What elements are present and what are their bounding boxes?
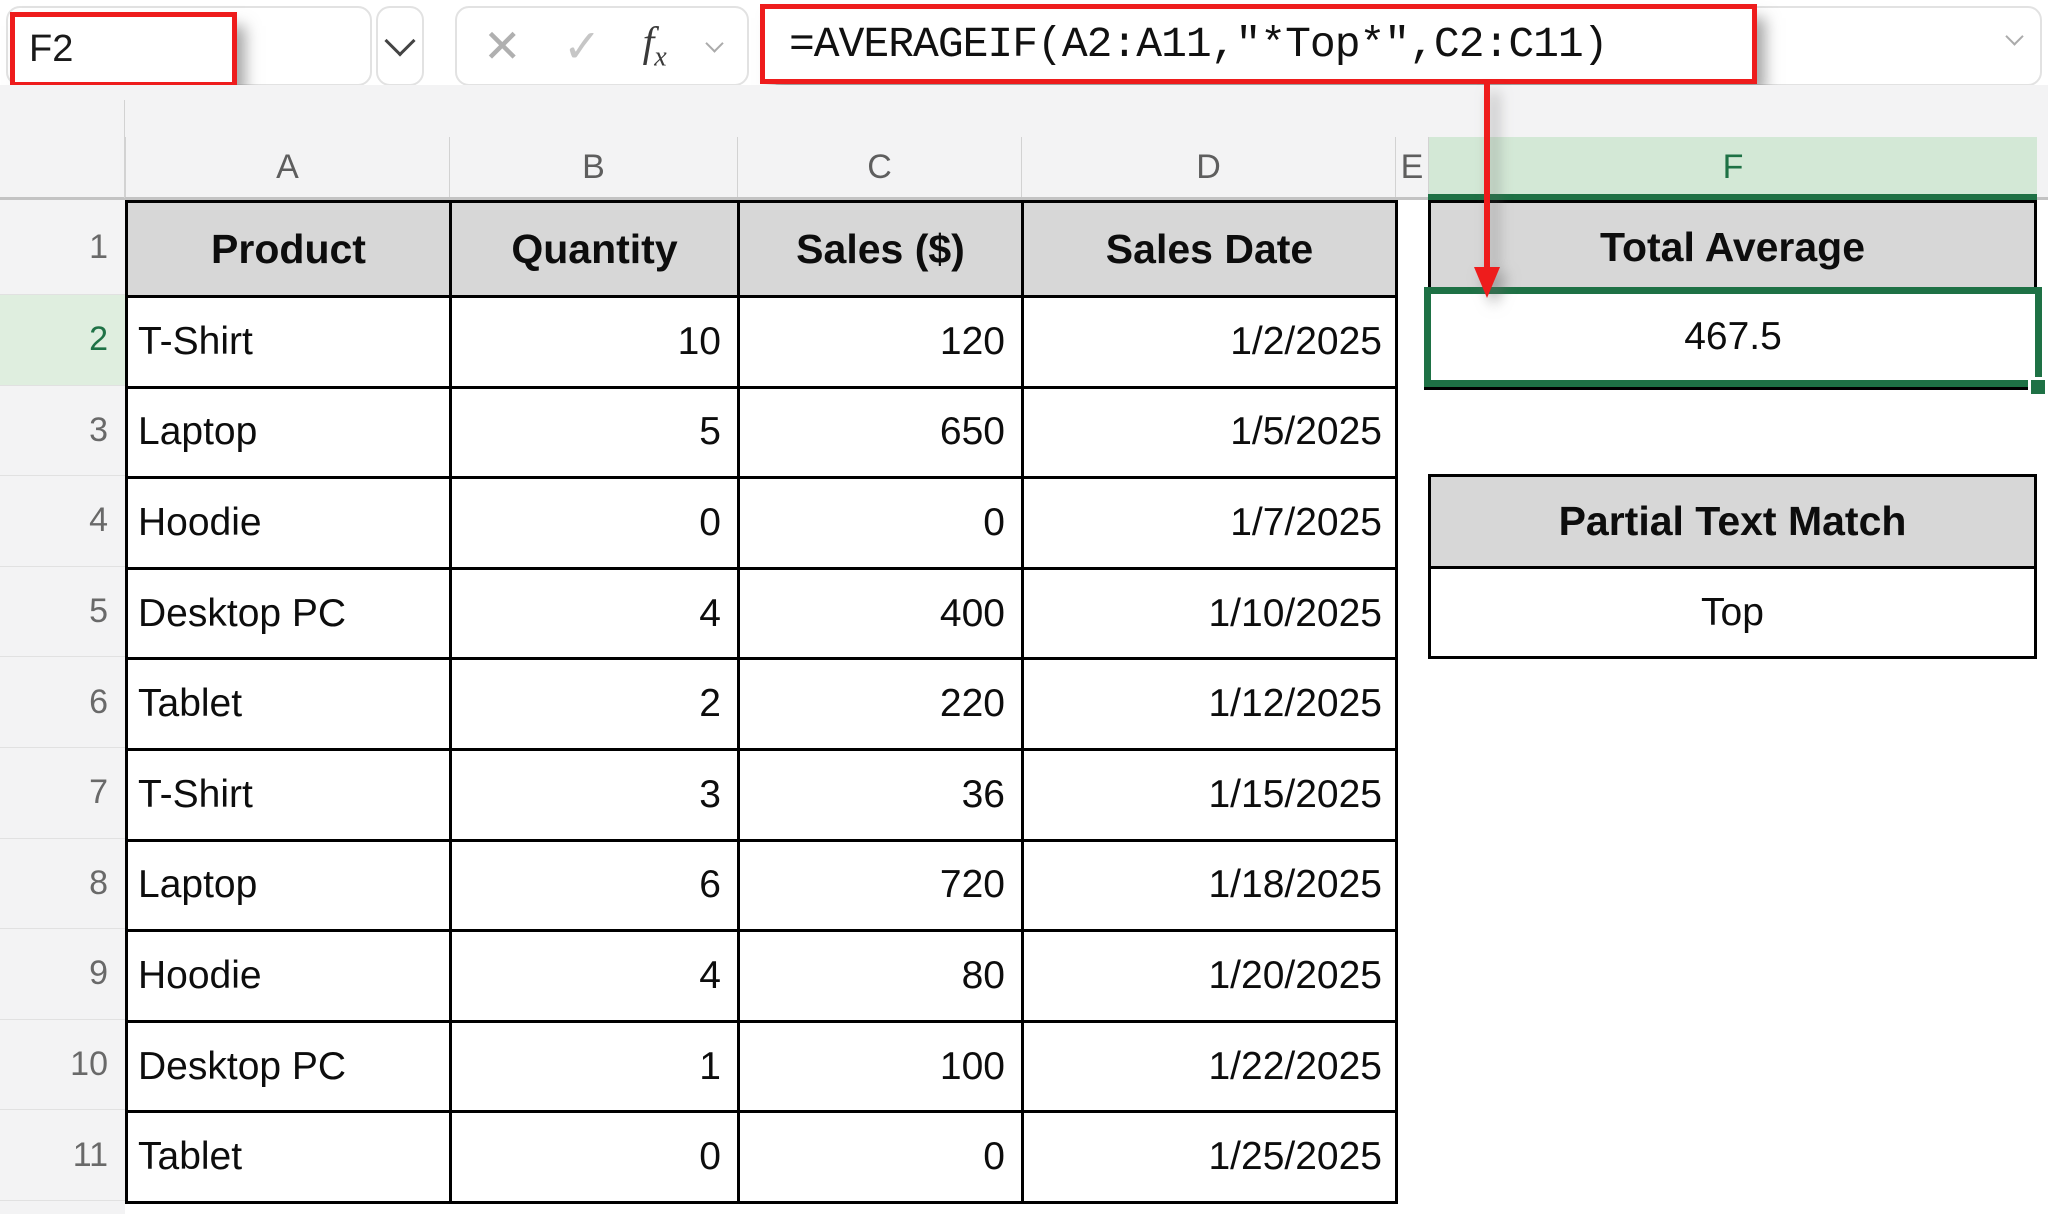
cell-C7[interactable]: 36 — [739, 749, 1023, 840]
table-row: Laptop56501/5/2025 — [127, 387, 1397, 478]
excel-worksheet-screenshot: ✕ ✓ fx F2 =AVERAGEIF(A2:A11,"*Top*",C2:C… — [0, 0, 2048, 1214]
function-dropdown-icon[interactable] — [705, 34, 723, 52]
column-header-A[interactable]: A — [125, 137, 449, 197]
table-header-row: ProductQuantitySales ($)Sales Date — [127, 202, 1397, 297]
row-header-10[interactable]: 10 — [0, 1020, 125, 1111]
cell-D4[interactable]: 1/7/2025 — [1023, 478, 1397, 569]
table-row: Tablet22201/12/2025 — [127, 659, 1397, 750]
sales-table: ProductQuantitySales ($)Sales DateT-Shir… — [125, 200, 1398, 1204]
cell-F5-top-value[interactable]: Top — [1428, 566, 2037, 659]
table-row: Tablet001/25/2025 — [127, 1112, 1397, 1203]
insert-function-icon[interactable]: fx — [643, 19, 667, 73]
row-header-8[interactable]: 8 — [0, 839, 125, 930]
cell-B9[interactable]: 4 — [451, 931, 739, 1022]
row-header-2[interactable]: 2 — [0, 295, 125, 386]
table-row: Desktop PC11001/22/2025 — [127, 1021, 1397, 1112]
cell-C4[interactable]: 0 — [739, 478, 1023, 569]
cell-D7[interactable]: 1/15/2025 — [1023, 749, 1397, 840]
table-row: Desktop PC44001/10/2025 — [127, 568, 1397, 659]
cell-B10[interactable]: 1 — [451, 1021, 739, 1112]
cell-C2[interactable]: 120 — [739, 297, 1023, 388]
table-row: T-Shirt3361/15/2025 — [127, 749, 1397, 840]
fx-f: f — [643, 20, 655, 66]
annotation-arrow-down — [1470, 84, 1504, 304]
header-cell-C1[interactable]: Sales ($) — [739, 202, 1023, 297]
cell-D2[interactable]: 1/2/2025 — [1023, 297, 1397, 388]
header-cell-D1[interactable]: Sales Date — [1023, 202, 1397, 297]
table-row: Hoodie4801/20/2025 — [127, 931, 1397, 1022]
cell-C8[interactable]: 720 — [739, 840, 1023, 931]
cell-B4[interactable]: 0 — [451, 478, 739, 569]
cell-A10[interactable]: Desktop PC — [127, 1021, 451, 1112]
cell-B2[interactable]: 10 — [451, 297, 739, 388]
cell-C11[interactable]: 0 — [739, 1112, 1023, 1203]
cell-A6[interactable]: Tablet — [127, 659, 451, 750]
row-header-5[interactable]: 5 — [0, 567, 125, 658]
cell-C3[interactable]: 650 — [739, 387, 1023, 478]
cell-D8[interactable]: 1/18/2025 — [1023, 840, 1397, 931]
cell-A7[interactable]: T-Shirt — [127, 749, 451, 840]
table-row: Laptop67201/18/2025 — [127, 840, 1397, 931]
cell-A2[interactable]: T-Shirt — [127, 297, 451, 388]
cancel-icon[interactable]: ✕ — [483, 19, 522, 73]
cell-C10[interactable]: 100 — [739, 1021, 1023, 1112]
cell-A9[interactable]: Hoodie — [127, 931, 451, 1022]
row-header-11[interactable]: 11 — [0, 1110, 125, 1201]
header-cell-A1[interactable]: Product — [127, 202, 451, 297]
cell-C6[interactable]: 220 — [739, 659, 1023, 750]
cell-F4-partial-text-match-header[interactable]: Partial Text Match — [1428, 474, 2037, 569]
row-header-4[interactable]: 4 — [0, 476, 125, 567]
cell-A3[interactable]: Laptop — [127, 387, 451, 478]
row-header-3[interactable]: 3 — [0, 386, 125, 477]
cell-B7[interactable]: 3 — [451, 749, 739, 840]
cell-B11[interactable]: 0 — [451, 1112, 739, 1203]
enter-icon[interactable]: ✓ — [563, 19, 602, 73]
column-header-D[interactable]: D — [1021, 137, 1395, 197]
row-header-1[interactable]: 1 — [0, 200, 125, 295]
name-box-dropdown-button[interactable] — [376, 6, 424, 86]
cell-B5[interactable]: 4 — [451, 568, 739, 659]
fill-handle[interactable] — [2028, 377, 2045, 394]
select-all-button[interactable] — [0, 100, 125, 198]
cell-D6[interactable]: 1/12/2025 — [1023, 659, 1397, 750]
cell-D5[interactable]: 1/10/2025 — [1023, 568, 1397, 659]
cell-F1-total-average-header[interactable]: Total Average — [1428, 200, 2037, 295]
row-header-12-partial[interactable] — [0, 1201, 125, 1214]
cell-F2-selected[interactable]: 467.5 — [1424, 287, 2042, 387]
cell-D3[interactable]: 1/5/2025 — [1023, 387, 1397, 478]
cell-D9[interactable]: 1/20/2025 — [1023, 931, 1397, 1022]
formula-input[interactable]: =AVERAGEIF(A2:A11,"*Top*",C2:C11) — [760, 4, 1757, 84]
fx-x: x — [654, 41, 666, 72]
cell-D11[interactable]: 1/25/2025 — [1023, 1112, 1397, 1203]
column-header-E[interactable]: E — [1395, 137, 1428, 197]
cell-D10[interactable]: 1/22/2025 — [1023, 1021, 1397, 1112]
header-cell-B1[interactable]: Quantity — [451, 202, 739, 297]
cell-C5[interactable]: 400 — [739, 568, 1023, 659]
cell-A8[interactable]: Laptop — [127, 840, 451, 931]
row-header-9[interactable]: 9 — [0, 929, 125, 1020]
table-row: Hoodie001/7/2025 — [127, 478, 1397, 569]
row-header-7[interactable]: 7 — [0, 748, 125, 839]
cell-C9[interactable]: 80 — [739, 931, 1023, 1022]
table-row: T-Shirt101201/2/2025 — [127, 297, 1397, 388]
cell-A4[interactable]: Hoodie — [127, 478, 451, 569]
row-header-6[interactable]: 6 — [0, 657, 125, 748]
column-header-C[interactable]: C — [737, 137, 1021, 197]
column-header-F[interactable]: F — [1428, 137, 2037, 197]
cell-A5[interactable]: Desktop PC — [127, 568, 451, 659]
cell-B3[interactable]: 5 — [451, 387, 739, 478]
formula-controls-group: ✕ ✓ fx — [455, 6, 749, 86]
cell-B6[interactable]: 2 — [451, 659, 739, 750]
chevron-down-icon — [384, 25, 415, 56]
cell-B8[interactable]: 6 — [451, 840, 739, 931]
cell-A11[interactable]: Tablet — [127, 1112, 451, 1203]
column-header-B[interactable]: B — [449, 137, 737, 197]
name-box[interactable]: F2 — [10, 12, 237, 87]
